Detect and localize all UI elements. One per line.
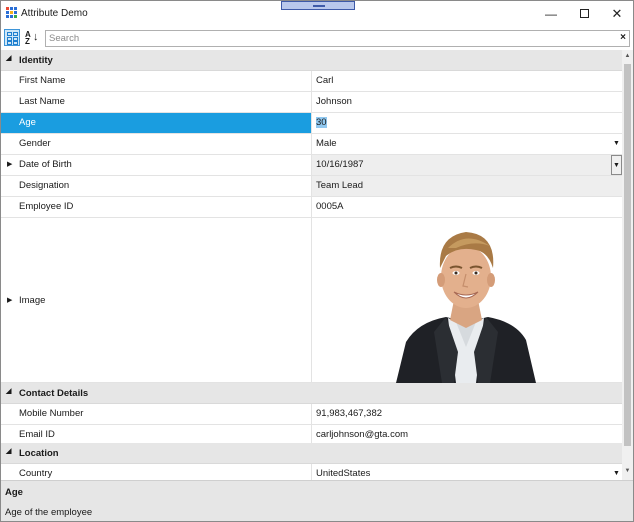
description-title: Age: [5, 487, 23, 498]
title-bar[interactable]: Attribute Demo — ✕: [1, 1, 633, 27]
scroll-thumb[interactable]: [624, 64, 631, 446]
date-of-birth-value: 10/16/1987: [316, 159, 364, 170]
category-label: Contact Details: [19, 388, 89, 399]
maximize-button[interactable]: [567, 1, 603, 27]
chevron-down-icon[interactable]: ▼: [611, 134, 622, 154]
country-value: UnitedStates: [316, 468, 371, 479]
property-row-last-name[interactable]: Last Name Johnson: [1, 92, 622, 113]
collapse-icon[interactable]: ◢: [6, 447, 11, 455]
property-name: First Name: [19, 75, 66, 86]
employee-photo: [396, 232, 536, 383]
property-name: Employee ID: [19, 201, 74, 212]
property-row-first-name[interactable]: First Name Carl: [1, 71, 622, 92]
property-name: Country: [19, 468, 53, 479]
age-value[interactable]: 30: [316, 117, 327, 128]
property-name: Last Name: [19, 96, 65, 107]
property-row-date-of-birth[interactable]: ▶ Date of Birth 10/16/1987 ▼: [1, 155, 622, 176]
category-label: Location: [19, 448, 59, 459]
gender-dropdown[interactable]: Male ▼: [311, 134, 622, 154]
age-value-editor[interactable]: 30: [311, 113, 622, 133]
image-value[interactable]: [311, 218, 622, 383]
property-row-image[interactable]: ▶ Image: [1, 218, 622, 383]
designation-value: Team Lead: [311, 176, 622, 196]
first-name-value[interactable]: Carl: [311, 71, 622, 91]
sort-az-icon: A Z ↓: [25, 30, 39, 46]
property-name: Image: [19, 295, 46, 306]
property-row-mobile-number[interactable]: Mobile Number 91,983,467,382: [1, 404, 622, 425]
description-panel: Age Age of the employee: [1, 480, 633, 521]
description-text: Age of the employee: [5, 507, 93, 518]
property-row-employee-id[interactable]: Employee ID 0005A: [1, 197, 622, 218]
search-clear-button[interactable]: ×: [620, 32, 626, 43]
window-title: Attribute Demo: [21, 8, 88, 19]
vertical-scrollbar[interactable]: ▲ ▼: [622, 50, 633, 480]
app-icon: [6, 7, 18, 19]
chevron-down-icon[interactable]: ▼: [611, 155, 622, 175]
property-name: Date of Birth: [19, 159, 72, 170]
collapse-icon[interactable]: ◢: [6, 387, 11, 395]
search-box: ×: [45, 30, 630, 47]
gender-value: Male: [316, 138, 337, 149]
category-identity[interactable]: ◢ Identity: [1, 50, 622, 71]
property-name: Mobile Number: [19, 408, 84, 419]
property-row-age[interactable]: Age 30: [1, 113, 622, 134]
category-contact-details[interactable]: ◢ Contact Details: [1, 383, 622, 404]
property-grid-toolbar: A Z ↓ ×: [1, 28, 633, 49]
mobile-number-value[interactable]: 91,983,467,382: [311, 404, 622, 424]
property-name: Designation: [19, 180, 70, 191]
app-window: Attribute Demo — ✕ A Z ↓ × ◢: [0, 0, 634, 522]
property-name: Email ID: [19, 429, 55, 440]
scroll-down-arrow-icon[interactable]: ▼: [622, 465, 633, 477]
alphabetical-sort-button[interactable]: A Z ↓: [23, 29, 39, 46]
collapse-icon[interactable]: ◢: [6, 54, 11, 62]
search-input[interactable]: [46, 31, 612, 46]
email-id-value[interactable]: carljohnson@gta.com: [311, 425, 622, 445]
property-name: Gender: [19, 138, 51, 149]
date-of-birth-picker[interactable]: 10/16/1987 ▼: [311, 155, 622, 175]
categorized-view-button[interactable]: [4, 29, 20, 46]
last-name-value[interactable]: Johnson: [311, 92, 622, 112]
category-location[interactable]: ◢ Location: [1, 443, 622, 464]
property-grid: ◢ Identity First Name Carl Last Name Joh…: [1, 50, 622, 480]
property-row-country[interactable]: Country UnitedStates ▼: [1, 464, 622, 480]
scroll-up-arrow-icon[interactable]: ▲: [622, 50, 633, 62]
property-row-gender[interactable]: Gender Male ▼: [1, 134, 622, 155]
category-label: Identity: [19, 55, 53, 66]
chevron-down-icon[interactable]: ▼: [611, 464, 622, 480]
close-button[interactable]: ✕: [599, 1, 633, 27]
property-name: Age: [1, 113, 311, 133]
debug-toolbar-handle[interactable]: [281, 1, 355, 10]
country-dropdown[interactable]: UnitedStates ▼: [311, 464, 622, 480]
employee-id-value[interactable]: 0005A: [311, 197, 622, 217]
property-row-designation[interactable]: Designation Team Lead: [1, 176, 622, 197]
minimize-button[interactable]: —: [533, 1, 569, 27]
